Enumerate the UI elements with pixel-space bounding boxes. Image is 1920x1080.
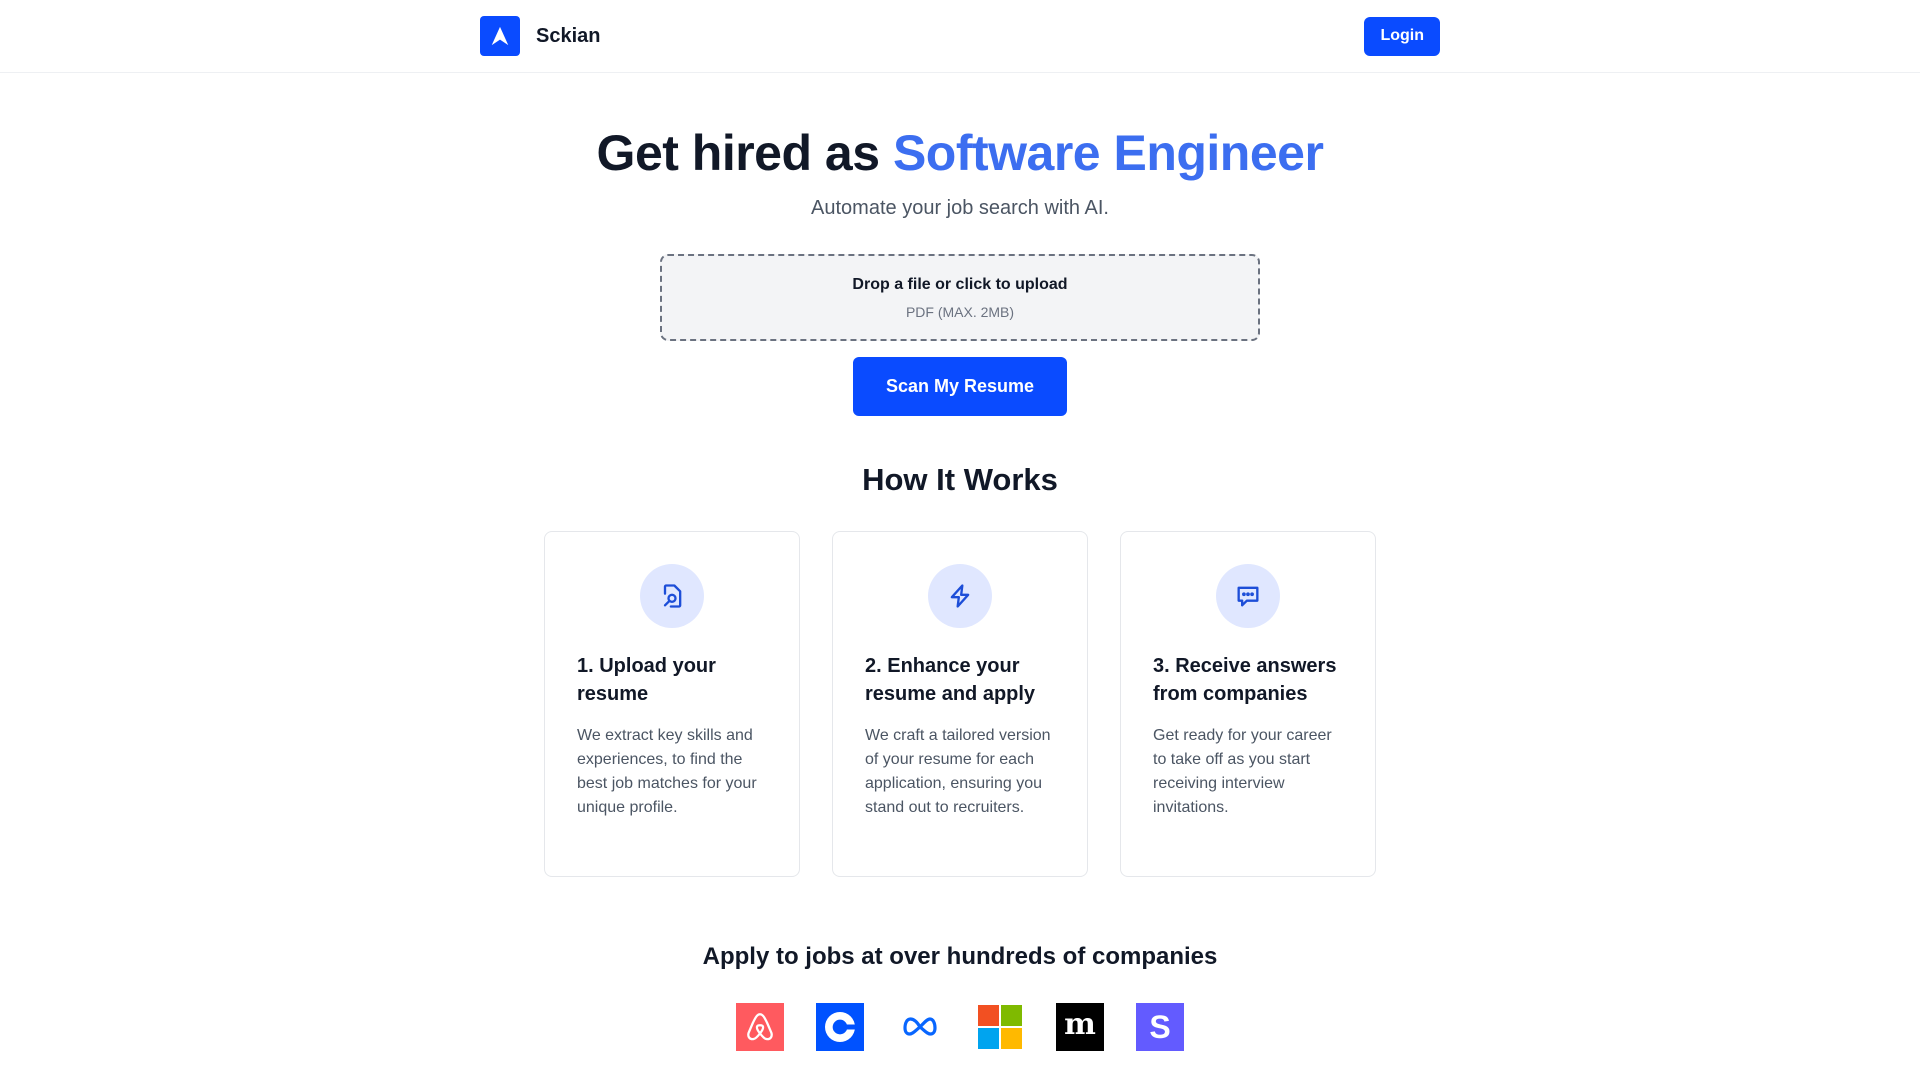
step-card: 2. Enhance your resume and apply We craf… [832, 531, 1088, 877]
chat-bubble-icon [1216, 564, 1280, 628]
title-role: Software Engineer [892, 125, 1324, 181]
navbar: Sckian Login [0, 0, 1920, 73]
brand[interactable]: Sckian [480, 16, 600, 56]
step-card: 1. Upload your resume We extract key ski… [544, 531, 800, 877]
hero: Get hired as Software Engineer Automate … [0, 123, 1920, 416]
airbnb-logo-icon [736, 1003, 784, 1051]
login-button[interactable]: Login [1364, 16, 1440, 56]
scan-resume-button[interactable]: Scan My Resume [853, 357, 1067, 416]
coinbase-logo-icon [816, 1003, 864, 1051]
companies-title: Apply to jobs at over hundreds of compan… [702, 943, 1218, 970]
step-description: We craft a tailored version of your resu… [865, 727, 1051, 816]
navigation-arrow-icon [480, 16, 520, 56]
company-logos: m S [0, 1003, 1920, 1051]
page-title: Get hired as Software Engineer [0, 123, 1920, 183]
step-description: Get ready for your career to take off as… [1153, 727, 1332, 816]
step-card: 3. Receive answers from companies Get re… [1120, 531, 1376, 877]
file-search-icon [640, 564, 704, 628]
medium-logo-icon: m [1056, 1003, 1104, 1051]
steps: 1. Upload your resume We extract key ski… [0, 531, 1920, 877]
brand-name: Sckian [536, 24, 601, 47]
step-title: 2. Enhance your resume and apply [865, 655, 1036, 705]
title-prefix: Get hired as [596, 125, 893, 181]
how-it-works-title: How It Works [862, 462, 1058, 497]
microsoft-logo-icon [976, 1003, 1024, 1051]
step-title: 3. Receive answers from companies [1153, 655, 1337, 705]
stripe-logo-icon: S [1136, 1003, 1184, 1051]
dropzone-title: Drop a file or click to upload [852, 275, 1068, 293]
meta-logo-icon [896, 1003, 944, 1051]
lightning-icon [928, 564, 992, 628]
resume-upload-dropzone[interactable]: Drop a file or click to upload PDF (MAX.… [660, 254, 1260, 341]
dropzone-hint: PDF (MAX. 2MB) [905, 303, 1015, 320]
step-title: 1. Upload your resume [577, 655, 716, 705]
hero-subtitle: Automate your job search with AI. [811, 197, 1109, 219]
step-description: We extract key skills and experiences, t… [577, 727, 757, 816]
